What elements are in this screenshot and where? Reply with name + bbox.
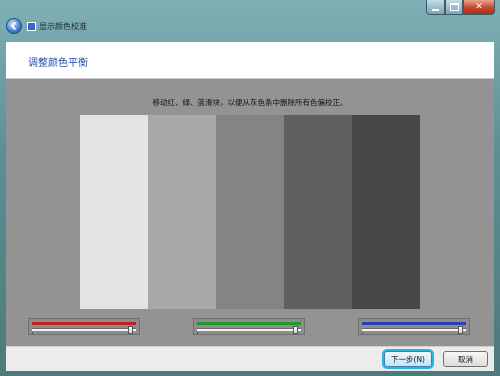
footer-bar: 下一步(N) 取消: [6, 346, 494, 371]
gray-bar-1: [80, 115, 148, 309]
blue-slider-thumb[interactable]: [458, 326, 463, 334]
window-title: 显示颜色校准: [39, 22, 87, 31]
red-slider-color-track: [32, 322, 136, 325]
gray-bar-2: [148, 115, 216, 309]
next-button[interactable]: 下一步(N): [384, 351, 432, 367]
content-area: 调整颜色平衡 移动红、绿、蓝滑块，以便从灰色条中删除所有色偏校正。 下一步(N)…: [6, 42, 494, 371]
back-arrow-icon: [10, 21, 17, 31]
green-slider-color-track: [197, 322, 301, 325]
gray-bars: [80, 115, 420, 309]
green-slider[interactable]: [193, 318, 305, 335]
slider-tick: [362, 332, 363, 334]
slider-tick: [197, 332, 198, 334]
instruction-text: 移动红、绿、蓝滑块，以便从灰色条中删除所有色偏校正。: [152, 98, 348, 107]
green-slider-thumb[interactable]: [293, 326, 298, 334]
blue-slider-track: [362, 328, 466, 331]
page-title: 调整颜色平衡: [28, 58, 88, 69]
back-button[interactable]: [6, 18, 22, 34]
close-button[interactable]: ✕: [463, 0, 495, 15]
maximize-icon: [449, 3, 459, 11]
calibration-window: 显示颜色校准 ✕ 调整颜色平衡 移动红、绿、蓝滑块，以便从灰色条中删除所有色偏校…: [0, 0, 500, 376]
red-slider-track: [32, 328, 136, 331]
blue-slider[interactable]: [358, 318, 470, 335]
title-bar: 显示颜色校准 ✕: [0, 0, 500, 42]
page-header: 调整颜色平衡: [6, 42, 494, 79]
close-icon: ✕: [475, 2, 483, 12]
blue-slider-color-track: [362, 322, 466, 325]
display-calibration-app-icon: [27, 22, 36, 31]
red-slider[interactable]: [28, 318, 140, 335]
minimize-button[interactable]: [426, 0, 445, 15]
caption-buttons: ✕: [426, 0, 495, 15]
gray-bar-3: [216, 115, 284, 309]
green-slider-track: [197, 328, 301, 331]
slider-tick: [32, 332, 33, 334]
cancel-button[interactable]: 取消: [443, 351, 488, 367]
gray-bar-5: [352, 115, 420, 309]
red-slider-thumb[interactable]: [128, 326, 133, 334]
gray-bar-4: [284, 115, 352, 309]
maximize-button[interactable]: [445, 0, 463, 15]
minimize-icon: [432, 8, 439, 11]
